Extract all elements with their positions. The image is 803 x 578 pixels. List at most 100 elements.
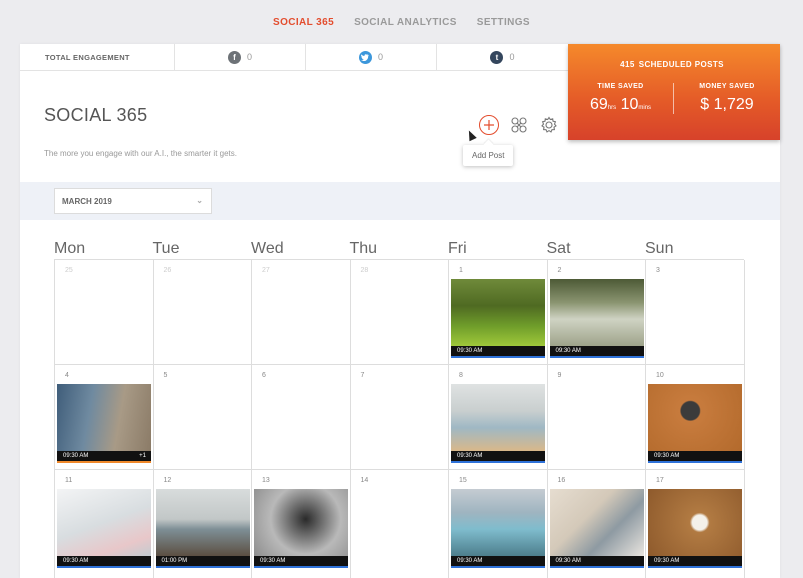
tumblr-icon: t [490,50,504,64]
nav-settings[interactable]: SETTINGS [467,17,540,28]
post-status-line [549,566,644,568]
post-time: 09:30 AM [457,558,483,564]
day-number: 28 [360,267,369,274]
calendar-day[interactable]: 2 09:30 AM [547,260,646,365]
day-header-sat: Sat [546,240,571,257]
integrations-button[interactable] [509,115,529,135]
scheduled-post[interactable]: 09:30 AM [451,384,545,464]
add-post-button[interactable] [479,115,499,135]
day-number: 10 [656,372,664,379]
day-headers: Mon Tue Wed Thu Fri Sat Sun [54,240,744,258]
calendar-day[interactable]: 1 09:30 AM [449,260,548,365]
calendar-day[interactable]: 10 09:30 AM [646,365,745,470]
post-time-bar: 09:30 AM [549,556,644,566]
post-time-bar: 09:30 AM [57,556,151,566]
calendar-day[interactable]: 16 09:30 AM [548,470,646,578]
twitter-count: 0 [377,52,383,62]
post-status-line [57,566,151,568]
time-saved-label: TIME SAVED [597,83,644,90]
time-saved: TIME SAVED 69hrs 10mins [568,83,674,114]
calendar-grid: 25 26 27 28 1 09:30 AM 2 09:30 AM 3 4 09:30 AM +1 5 6… [54,259,745,578]
post-status-line [648,566,742,568]
calendar-day[interactable]: 17 09:30 AM [646,470,745,578]
post-thumbnail [549,489,644,556]
chevron-down-icon: ⌄ [196,196,203,205]
day-number: 12 [163,477,172,484]
day-number: 17 [656,477,664,484]
money-saved-label: MONEY SAVED [699,83,755,90]
calendar-day[interactable]: 4 09:30 AM +1 [55,365,154,470]
post-status-line [451,461,545,463]
post-thumbnail [57,489,151,556]
post-thumbnail [451,279,545,346]
calendar-day[interactable]: 6 [252,365,351,470]
post-thumbnail [451,489,545,556]
time-mins: 10 [620,96,639,113]
top-nav: SOCIAL 365 SOCIAL ANALYTICS SETTINGS [0,0,803,44]
post-thumbnail [155,489,250,556]
scheduled-post[interactable]: 09:30 AM [549,279,644,359]
post-time: 09:30 AM [63,558,89,564]
day-number: 14 [360,477,369,484]
day-number: 15 [459,477,467,484]
calendar-day[interactable]: 15 09:30 AM [449,470,548,578]
month-select[interactable]: MARCH 2019 ⌄ [54,188,212,214]
scheduled-post[interactable]: 09:30 AM [549,489,644,569]
day-number: 1 [459,267,463,274]
nav-social-analytics[interactable]: SOCIAL ANALYTICS [344,17,467,28]
post-status-line [451,566,545,568]
calendar-day[interactable]: 28 [350,260,449,365]
scheduled-post[interactable]: 09:30 AM [451,279,545,359]
post-time-bar: 09:30 AM [451,346,545,356]
calendar-day[interactable]: 7 [350,365,449,470]
day-number: 27 [262,267,270,274]
scheduled-post[interactable]: 09:30 AM +1 [57,384,151,464]
scheduled-post[interactable]: 09:30 AM [254,489,348,569]
day-number: 11 [65,477,73,484]
post-time-bar: 09:30 AM [549,346,644,356]
calendar-day[interactable]: 26 [153,260,252,365]
page-title: SOCIAL 365 [44,105,148,125]
scheduled-post[interactable]: 09:30 AM [648,384,742,464]
add-post-tooltip: Add Post [463,145,514,166]
scheduled-post[interactable]: 09:30 AM [451,489,545,569]
calendar-day[interactable]: 14 [351,470,449,578]
calendar-day[interactable]: 13 09:30 AM [252,470,351,578]
post-extra-count: +1 [139,453,146,459]
day-number: 13 [262,477,270,484]
post-thumbnail [451,384,545,451]
calendar-day[interactable]: 11 09:30 AM [55,470,154,578]
month-select-value: MARCH 2019 [62,196,112,206]
hrs-unit: hrs [607,105,617,111]
nav-social-365[interactable]: SOCIAL 365 [263,17,344,28]
scheduled-label: SCHEDULED POSTS [638,60,724,69]
time-saved-value: 69hrs 10mins [568,96,673,114]
post-thumbnail [648,489,742,556]
post-time: 09:30 AM [63,453,89,459]
facebook-count: 0 [246,52,252,62]
calendar-day[interactable]: 12 01:00 PM [154,470,252,578]
calendar-day[interactable]: 25 [55,260,154,365]
calendar-day[interactable]: 9 [547,365,646,470]
day-number: 7 [360,372,365,379]
twitter-engagement: 0 [306,44,437,70]
settings-button[interactable] [539,115,559,135]
twitter-icon [358,50,372,64]
facebook-icon: f [227,50,241,64]
scheduled-post[interactable]: 09:30 AM [648,489,742,569]
scheduled-post[interactable]: 01:00 PM [155,489,250,569]
post-time: 09:30 AM [555,348,581,354]
mins-unit: mins [638,105,652,111]
scheduled-post[interactable]: 09:30 AM [57,489,151,569]
calendar-day[interactable]: 8 09:30 AM [449,365,548,470]
calendar-day[interactable]: 3 [646,260,745,365]
post-time: 09:30 AM [457,348,483,354]
total-engagement-label: TOTAL ENGAGEMENT [20,44,175,70]
action-toolbar [479,115,559,135]
post-time: 09:30 AM [555,558,581,564]
day-number: 25 [65,267,73,274]
post-time: 09:30 AM [457,453,483,459]
calendar-day[interactable]: 27 [252,260,351,365]
calendar-day[interactable]: 5 [153,365,252,470]
tumblr-count: 0 [509,52,515,62]
